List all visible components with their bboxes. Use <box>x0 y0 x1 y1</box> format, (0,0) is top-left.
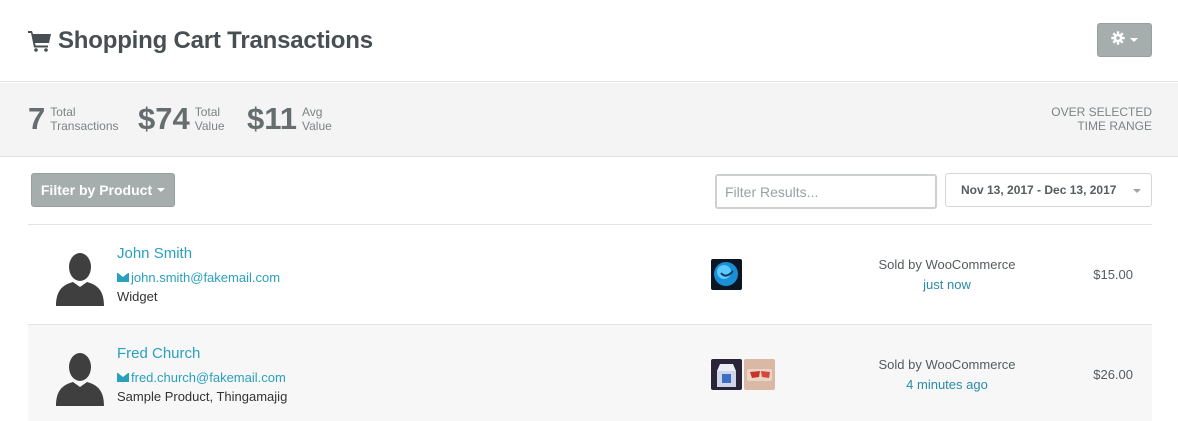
settings-dropdown-button[interactable] <box>1097 23 1152 57</box>
shopping-cart-icon <box>28 30 52 52</box>
sold-by-label: Sold by WooCommerce <box>878 257 1016 272</box>
stats-bar: 7 Total Transactions $74 Total Value $11… <box>0 83 1178 157</box>
filter-by-product-button[interactable]: Filter by Product <box>31 173 175 207</box>
date-range-select[interactable]: Nov 13, 2017 - Dec 13, 2017 <box>945 173 1152 207</box>
envelope-icon <box>117 273 129 282</box>
transaction-time-link[interactable]: 4 minutes ago <box>828 377 1066 392</box>
product-thumbnail[interactable] <box>744 359 775 390</box>
stat-avg-value: $11 Avg Value <box>247 103 332 135</box>
avatar <box>54 351 106 406</box>
stat-value: $11 <box>247 101 298 136</box>
sold-by-label: Sold by WooCommerce <box>878 357 1016 372</box>
envelope-icon <box>117 373 129 382</box>
customer-name-link[interactable]: Fred Church <box>117 345 200 362</box>
stat-label: Avg Value <box>302 105 332 133</box>
page-title: Shopping Cart Transactions <box>58 27 373 54</box>
product-thumbnail[interactable] <box>711 359 742 390</box>
stat-total-value: $74 Total Value <box>138 103 225 135</box>
page-header: Shopping Cart Transactions <box>0 0 1178 82</box>
products-list: Widget <box>117 289 158 304</box>
transactions-list: John Smith john.smith@fakemail.com Widge… <box>28 224 1152 421</box>
stat-label: Total Transactions <box>50 105 119 133</box>
products-list: Sample Product, Thingamajig <box>117 389 288 404</box>
filter-results-input[interactable] <box>715 174 937 209</box>
title-wrap: Shopping Cart Transactions <box>28 27 373 55</box>
avatar <box>54 251 106 306</box>
product-thumbnail[interactable] <box>711 259 742 290</box>
stat-label: Total Value <box>194 105 225 133</box>
customer-email-link[interactable]: fred.church@fakemail.com <box>117 370 286 385</box>
customer-email: john.smith@fakemail.com <box>131 270 281 285</box>
time-range-label: OVER SELECTED TIME RANGE <box>1051 105 1152 133</box>
stat-value: $74 <box>138 101 190 136</box>
stat-value: 7 <box>28 101 46 136</box>
gear-icon <box>1111 30 1125 50</box>
transaction-row: John Smith john.smith@fakemail.com Widge… <box>28 224 1152 324</box>
stat-total-transactions: 7 Total Transactions <box>28 103 119 135</box>
customer-email: fred.church@fakemail.com <box>131 370 286 385</box>
filter-by-product-label: Filter by Product <box>40 182 153 198</box>
transaction-row: Fred Church fred.church@fakemail.com Sam… <box>28 324 1152 421</box>
date-range-value: Nov 13, 2017 - Dec 13, 2017 <box>961 183 1117 197</box>
chevron-down-icon <box>157 188 166 192</box>
chevron-down-icon <box>1133 189 1141 193</box>
customer-email-link[interactable]: john.smith@fakemail.com <box>117 270 280 285</box>
transaction-amount: $15.00 <box>1093 267 1133 282</box>
transaction-amount: $26.00 <box>1093 367 1133 382</box>
transaction-time-link[interactable]: just now <box>828 277 1066 292</box>
customer-name-link[interactable]: John Smith <box>117 245 192 262</box>
chevron-down-icon <box>1130 38 1138 42</box>
